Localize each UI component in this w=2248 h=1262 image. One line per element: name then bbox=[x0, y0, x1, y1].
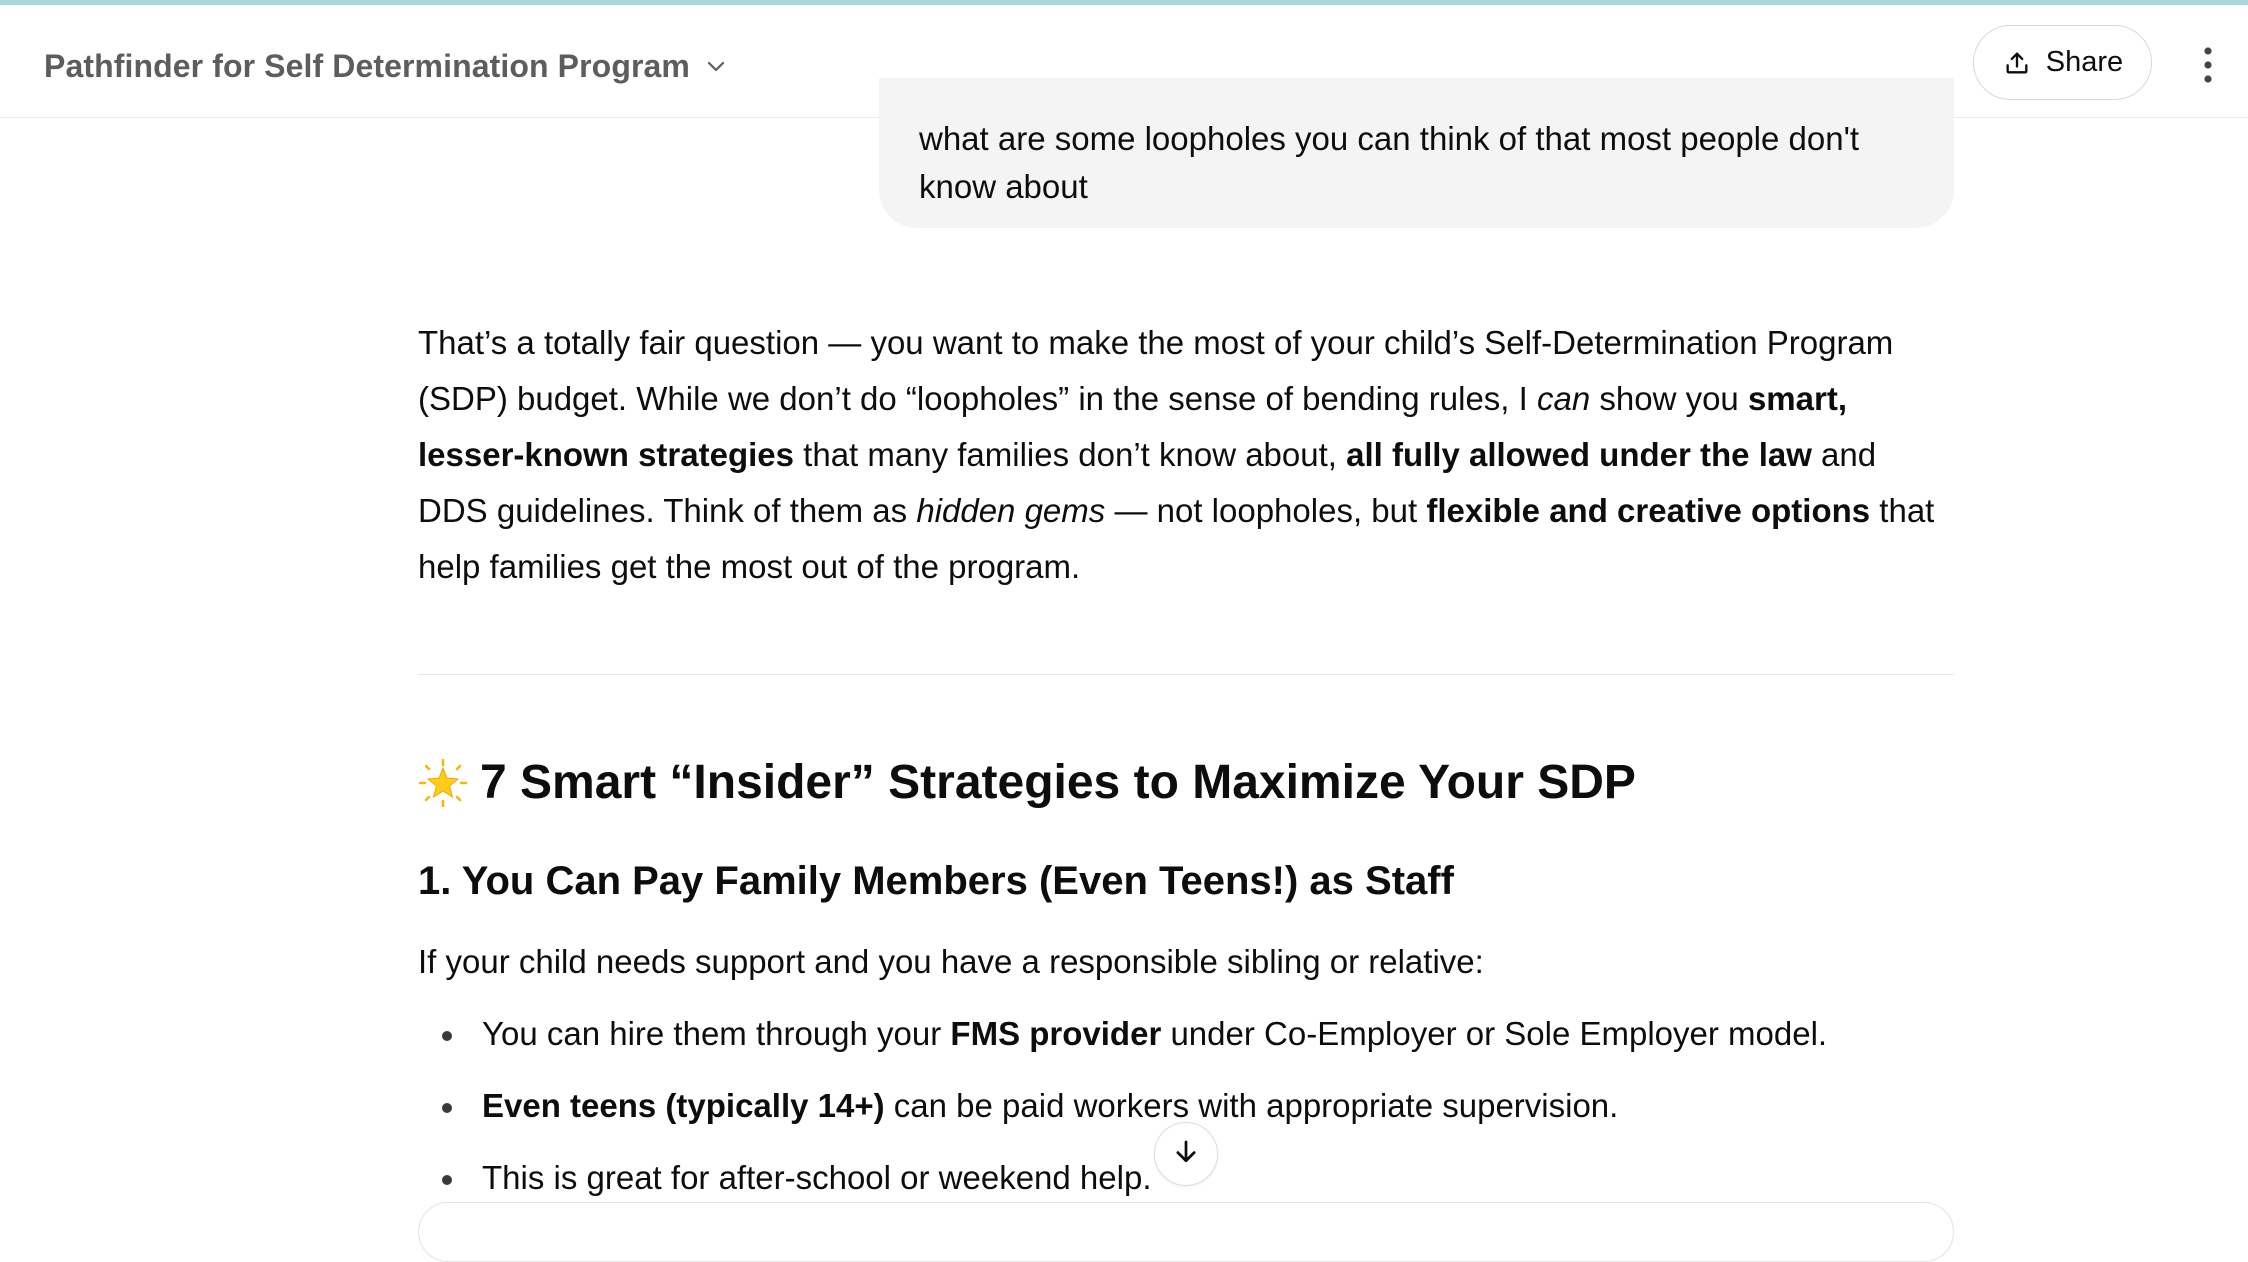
page-title: Pathfinder for Self Determination Progra… bbox=[44, 47, 690, 84]
arrow-down-icon bbox=[1171, 1137, 1201, 1172]
intro-bold: all fully allowed under the law bbox=[1346, 436, 1812, 473]
bullet-text: You can hire them through your bbox=[482, 1015, 951, 1052]
intro-text: that many families don’t know about, bbox=[794, 436, 1347, 473]
intro-text: show you bbox=[1590, 380, 1748, 417]
bullet-dot bbox=[442, 1103, 452, 1113]
bullet-bold: Even teens (typically 14+) bbox=[482, 1087, 885, 1124]
share-button[interactable]: Share bbox=[1973, 25, 2152, 100]
section-1-title: 1. You Can Pay Family Members (Even Teen… bbox=[418, 859, 1454, 903]
message-composer[interactable] bbox=[418, 1202, 1954, 1262]
assistant-intro-paragraph: That’s a totally fair question — you wan… bbox=[418, 315, 1954, 595]
bullet-text: This is great for after-school or weeken… bbox=[482, 1159, 1152, 1196]
scroll-to-bottom-button[interactable] bbox=[1154, 1122, 1218, 1186]
intro-bold: flexible and creative options bbox=[1426, 492, 1871, 529]
list-item: You can hire them through your FMS provi… bbox=[418, 1012, 1954, 1084]
bullet-dot bbox=[442, 1175, 452, 1185]
bullet-text: under Co-Employer or Sole Employer model… bbox=[1161, 1015, 1828, 1052]
more-options-button[interactable] bbox=[2190, 43, 2226, 91]
chevron-down-icon bbox=[702, 52, 730, 80]
gpt-title-dropdown[interactable]: Pathfinder for Self Determination Progra… bbox=[44, 43, 730, 89]
user-message-bubble: what are some loopholes you can think of… bbox=[879, 78, 1954, 228]
bullet-text: can be paid workers with appropriate sup… bbox=[884, 1087, 1619, 1124]
section-1-bullet-list: You can hire them through your FMS provi… bbox=[418, 1012, 1954, 1228]
section-1-intro: If your child needs support and you have… bbox=[418, 943, 1484, 980]
strategies-heading-text: 7 Smart “Insider” Strategies to Maximize… bbox=[480, 756, 1636, 809]
divider bbox=[418, 674, 1954, 675]
strategies-heading: 7 Smart “Insider” Strategies to Maximize… bbox=[418, 755, 1636, 810]
bullet-dot bbox=[442, 1031, 452, 1041]
intro-text: — not loopholes, but bbox=[1105, 492, 1427, 529]
upload-icon bbox=[2002, 48, 2032, 78]
assistant-message: That’s a totally fair question — you wan… bbox=[418, 315, 1954, 595]
intro-emphasis: can bbox=[1536, 380, 1591, 417]
more-vertical-icon bbox=[2203, 45, 2213, 90]
intro-emphasis: hidden gems bbox=[916, 492, 1106, 529]
share-label: Share bbox=[2045, 46, 2124, 78]
user-message-text: what are some loopholes you can think of… bbox=[919, 120, 1860, 205]
bullet-bold: FMS provider bbox=[950, 1015, 1162, 1052]
glowing-star-icon bbox=[418, 758, 468, 808]
